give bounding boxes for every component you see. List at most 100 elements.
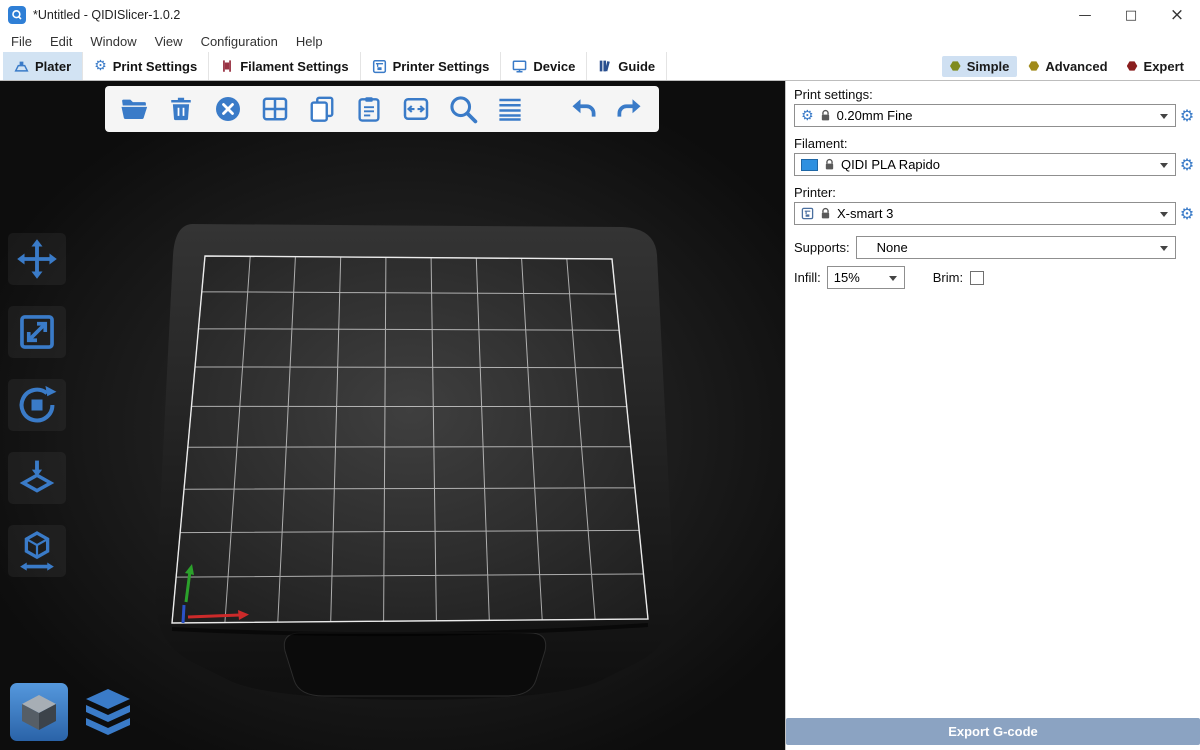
size-tool-button[interactable] bbox=[8, 525, 66, 577]
maximize-button[interactable]: □ bbox=[1108, 0, 1154, 30]
supports-select[interactable]: None bbox=[856, 236, 1176, 259]
print-settings-select[interactable]: ⚙ 0.20mm Fine bbox=[794, 104, 1176, 127]
mode-advanced[interactable]: Advanced bbox=[1020, 56, 1115, 77]
mode-expert[interactable]: Expert bbox=[1119, 56, 1192, 77]
undo-icon bbox=[568, 94, 598, 124]
plater-icon bbox=[14, 59, 29, 74]
move-icon bbox=[15, 237, 59, 281]
gear-icon: ⚙ bbox=[801, 109, 814, 123]
printer-label: Printer: bbox=[786, 182, 1200, 202]
menu-item-help[interactable]: Help bbox=[287, 32, 332, 51]
3d-view-icon bbox=[10, 683, 68, 741]
place-on-face-button[interactable] bbox=[8, 452, 66, 504]
export-gcode-button[interactable]: Export G-code bbox=[786, 718, 1200, 745]
mode-label: Advanced bbox=[1045, 59, 1107, 74]
printer-edit-button[interactable]: ⚙ bbox=[1176, 202, 1198, 225]
delete-button[interactable] bbox=[164, 92, 198, 126]
expert-mode-icon bbox=[1127, 61, 1138, 71]
minimize-button[interactable]: — bbox=[1062, 0, 1108, 30]
tab-label: Guide bbox=[618, 59, 655, 74]
rotate-tool-button[interactable] bbox=[8, 379, 66, 431]
dropdown-caret-icon bbox=[889, 276, 897, 285]
printer-select[interactable]: X-smart 3 bbox=[794, 202, 1176, 225]
tab-filament-settings[interactable]: Filament Settings bbox=[209, 52, 360, 80]
infill-select[interactable]: 15% bbox=[827, 266, 905, 289]
infill-value: 15% bbox=[834, 270, 860, 285]
filament-color-swatch bbox=[801, 159, 818, 171]
tab-printer-settings[interactable]: Printer Settings bbox=[361, 52, 502, 80]
scale-icon bbox=[15, 310, 59, 354]
filament-edit-button[interactable]: ⚙ bbox=[1176, 153, 1198, 176]
tab-label: Filament Settings bbox=[240, 59, 348, 74]
printer-value: X-smart 3 bbox=[837, 206, 893, 221]
tab-label: Plater bbox=[35, 59, 71, 74]
mode-simple[interactable]: Simple bbox=[942, 56, 1018, 77]
open-file-button[interactable] bbox=[117, 92, 151, 126]
search-button[interactable] bbox=[446, 92, 480, 126]
left-toolbar bbox=[8, 233, 66, 577]
top-toolbar bbox=[105, 86, 659, 132]
window-title: *Untitled - QIDISlicer-1.0.2 bbox=[33, 8, 180, 22]
search-icon bbox=[447, 93, 479, 125]
supports-value: None bbox=[863, 240, 908, 255]
close-button[interactable]: × bbox=[1154, 0, 1200, 30]
mode-label: Expert bbox=[1144, 59, 1184, 74]
tab-print-settings[interactable]: ⚙ Print Settings bbox=[83, 52, 209, 80]
variable-layer-height-icon bbox=[495, 94, 525, 124]
tab-device[interactable]: Device bbox=[501, 52, 587, 80]
place-on-face-icon bbox=[15, 456, 59, 500]
print-bed bbox=[0, 81, 785, 750]
dropdown-caret-icon bbox=[1160, 114, 1168, 123]
delete-all-button[interactable] bbox=[211, 92, 245, 126]
dropdown-caret-icon bbox=[1160, 163, 1168, 172]
undo-button[interactable] bbox=[566, 92, 600, 126]
open-folder-icon bbox=[119, 94, 149, 124]
redo-icon bbox=[615, 94, 645, 124]
menu-item-edit[interactable]: Edit bbox=[41, 32, 81, 51]
size-measure-icon bbox=[15, 529, 59, 573]
move-tool-button[interactable] bbox=[8, 233, 66, 285]
printer-icon bbox=[372, 59, 387, 74]
redo-button[interactable] bbox=[613, 92, 647, 126]
window-controls: — □ × bbox=[1062, 0, 1200, 30]
brim-checkbox[interactable] bbox=[970, 271, 984, 285]
filament-select[interactable]: QIDI PLA Rapido bbox=[794, 153, 1176, 176]
tab-label: Printer Settings bbox=[393, 59, 490, 74]
paste-button[interactable] bbox=[352, 92, 386, 126]
lock-icon bbox=[824, 158, 835, 171]
printer-icon bbox=[801, 207, 814, 220]
scale-tool-button[interactable] bbox=[8, 306, 66, 358]
menu-item-window[interactable]: Window bbox=[81, 32, 145, 51]
tab-label: Device bbox=[533, 59, 575, 74]
view-preview-button[interactable] bbox=[79, 683, 137, 741]
print-settings-edit-button[interactable]: ⚙ bbox=[1176, 104, 1198, 127]
print-settings-value: 0.20mm Fine bbox=[837, 108, 913, 123]
rotate-icon bbox=[15, 383, 59, 427]
split-button[interactable] bbox=[399, 92, 433, 126]
app-logo-icon bbox=[8, 6, 26, 24]
split-arrows-icon bbox=[401, 94, 431, 124]
copy-button[interactable] bbox=[305, 92, 339, 126]
tab-plater[interactable]: Plater bbox=[3, 52, 83, 80]
guide-books-icon bbox=[598, 59, 612, 73]
copy-icon bbox=[307, 94, 337, 124]
advanced-mode-icon bbox=[1028, 61, 1039, 71]
print-settings-label: Print settings: bbox=[786, 84, 1200, 104]
tab-label: Print Settings bbox=[113, 59, 198, 74]
preview-layers-icon bbox=[79, 683, 137, 741]
menu-item-configuration[interactable]: Configuration bbox=[192, 32, 287, 51]
menu-item-file[interactable]: File bbox=[2, 32, 41, 51]
view-3d-button[interactable] bbox=[10, 683, 68, 741]
3d-viewport[interactable] bbox=[0, 81, 785, 750]
dropdown-caret-icon bbox=[1160, 212, 1168, 221]
menu-bar: File Edit Window View Configuration Help bbox=[0, 30, 1200, 52]
arrange-grid-icon bbox=[260, 94, 290, 124]
mode-label: Simple bbox=[967, 59, 1010, 74]
tab-guide[interactable]: Guide bbox=[587, 52, 667, 80]
supports-label: Supports: bbox=[794, 240, 850, 255]
sidebar: Print settings: ⚙ 0.20mm Fine ⚙ Filament… bbox=[785, 81, 1200, 750]
menu-item-view[interactable]: View bbox=[146, 32, 192, 51]
view-switcher bbox=[10, 683, 137, 741]
arrange-button[interactable] bbox=[258, 92, 292, 126]
layer-height-button[interactable] bbox=[493, 92, 527, 126]
